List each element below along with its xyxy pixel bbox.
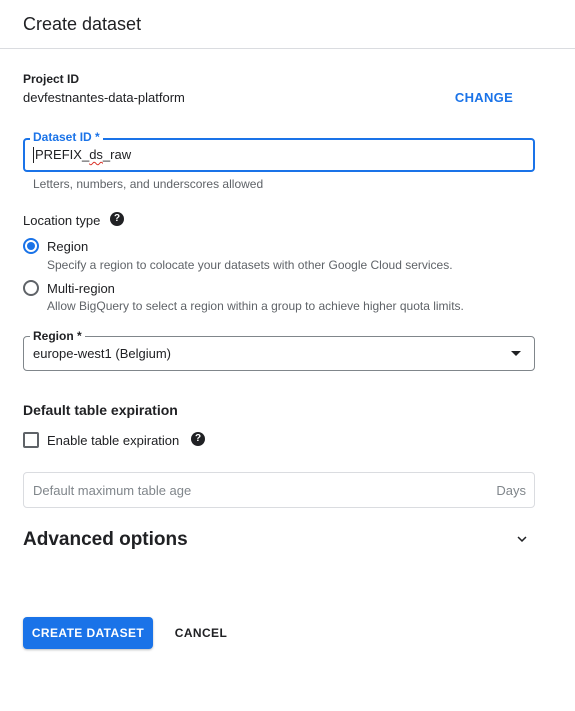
project-id-label: Project ID bbox=[23, 72, 80, 86]
dataset-id-value-prefix: PREFIX_ bbox=[35, 147, 90, 162]
region-label: Region * bbox=[30, 329, 85, 343]
region-radio[interactable] bbox=[23, 238, 39, 254]
change-project-button[interactable]: CHANGE bbox=[448, 84, 520, 110]
location-type-label: Location type bbox=[23, 213, 101, 228]
dataset-id-helper-text: Letters, numbers, and underscores allowe… bbox=[33, 177, 264, 191]
multi-region-option-description: Allow BigQuery to select a region within… bbox=[47, 299, 464, 313]
region-option-description: Specify a region to colocate your datase… bbox=[47, 258, 453, 272]
chevron-down-icon[interactable] bbox=[513, 530, 531, 548]
create-dataset-button[interactable]: CREATE DATASET bbox=[23, 617, 153, 649]
enable-expiration-checkbox[interactable] bbox=[23, 432, 39, 448]
dropdown-arrow-icon bbox=[511, 351, 521, 356]
advanced-options-heading[interactable]: Advanced options bbox=[23, 529, 188, 551]
dataset-id-value: PREFIX_ds_raw bbox=[35, 147, 131, 162]
table-age-input[interactable]: Default maximum table age Days bbox=[23, 472, 535, 508]
dataset-id-value-suffix: _raw bbox=[102, 147, 132, 162]
cancel-button[interactable]: CANCEL bbox=[166, 617, 236, 649]
spellcheck-word: ds bbox=[89, 147, 103, 162]
multi-region-radio[interactable] bbox=[23, 280, 39, 296]
region-select[interactable]: europe-west1 (Belgium) bbox=[23, 336, 535, 371]
question-mark-icon[interactable]: ? bbox=[191, 432, 205, 446]
region-select-value: europe-west1 (Belgium) bbox=[33, 346, 172, 361]
project-id-value: devfestnantes-data-platform bbox=[23, 90, 185, 105]
text-caret bbox=[33, 147, 34, 163]
enable-expiration-label: Enable table expiration bbox=[47, 433, 180, 448]
region-option-label: Region bbox=[47, 239, 89, 254]
page-title: Create dataset bbox=[23, 14, 142, 34]
question-mark-icon[interactable]: ? bbox=[110, 212, 124, 226]
dataset-id-label: Dataset ID * bbox=[30, 130, 103, 144]
days-suffix: Days bbox=[496, 483, 526, 498]
dialog-header: Create dataset bbox=[0, 0, 575, 49]
multi-region-option-label: Multi-region bbox=[47, 281, 115, 296]
table-expiration-heading: Default table expiration bbox=[23, 402, 178, 418]
table-age-placeholder: Default maximum table age bbox=[33, 483, 192, 498]
